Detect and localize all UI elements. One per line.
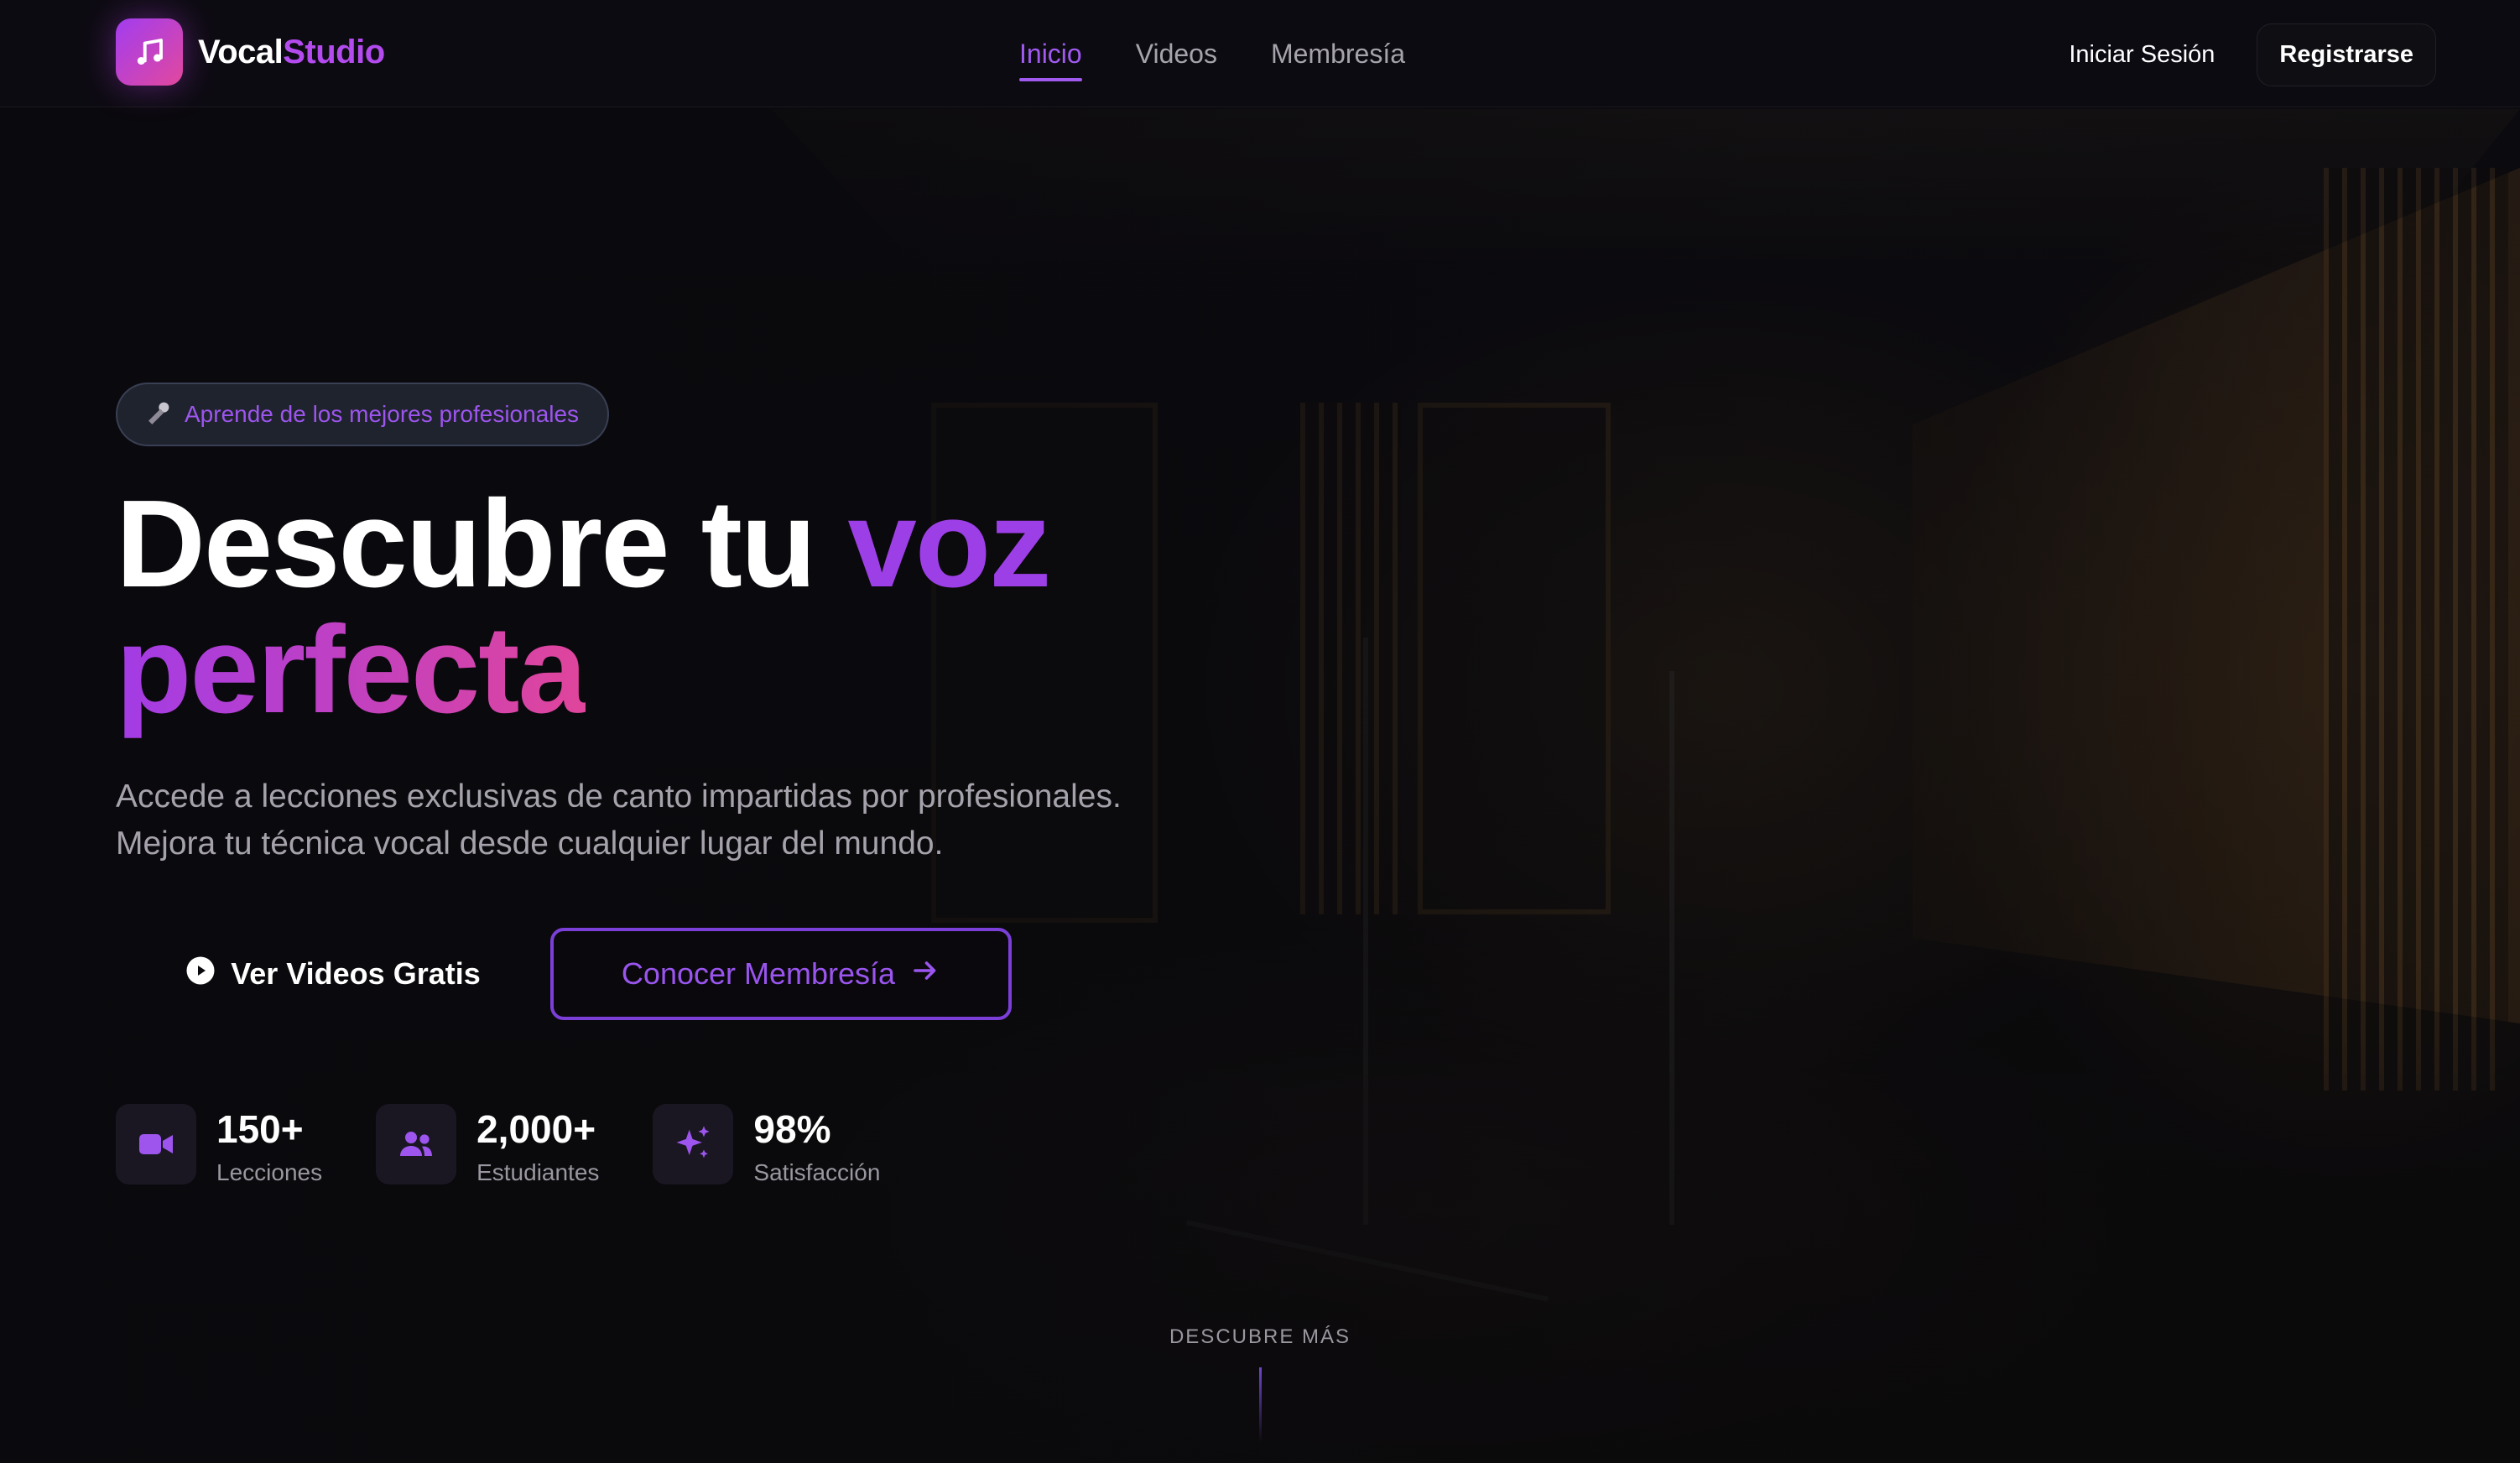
music-note-icon — [116, 18, 183, 86]
hero-subtitle: Accede a lecciones exclusivas de canto i… — [116, 778, 1122, 862]
hero-title: Descubre tu voz perfecta — [116, 482, 1206, 733]
watch-free-videos-label: Ver Videos Gratis — [231, 956, 481, 991]
register-button[interactable]: Registrarse — [2257, 23, 2436, 86]
play-circle-icon — [185, 955, 216, 993]
stat-students: 2,000+ Estudiantes — [376, 1104, 599, 1186]
scroll-hint[interactable]: DESCUBRE MÁS — [0, 1325, 2520, 1443]
brand-name: VocalStudio — [198, 34, 385, 71]
video-camera-icon — [116, 1104, 196, 1184]
users-icon — [376, 1104, 457, 1184]
scroll-indicator-line — [1258, 1367, 1262, 1443]
stat-lessons: 150+ Lecciones — [116, 1104, 322, 1186]
microphone-icon — [146, 398, 173, 431]
top-navbar: VocalStudio Inicio Videos Membresía Inic… — [0, 0, 2520, 107]
main-nav: Inicio Videos Membresía — [1019, 0, 1459, 107]
watch-free-videos-button[interactable]: Ver Videos Gratis — [116, 928, 550, 1020]
stat-value: 98% — [753, 1107, 831, 1151]
hero-title-text: Descubre tu — [116, 475, 848, 613]
hero-section: Aprende de los mejores profesionales Des… — [116, 383, 1206, 1186]
brand-logo[interactable]: VocalStudio — [116, 18, 385, 86]
stat-label: Satisfacción — [753, 1159, 881, 1185]
stat-value: 150+ — [216, 1107, 304, 1151]
scroll-hint-label: DESCUBRE MÁS — [1169, 1325, 1351, 1348]
membership-button[interactable]: Conocer Membresía — [550, 928, 1012, 1020]
hero-cta-row: Ver Videos Gratis Conocer Membresía — [116, 928, 1206, 1020]
stat-label: Estudiantes — [476, 1159, 600, 1185]
brand-name-part1: Vocal — [198, 33, 284, 70]
auth-actions: Iniciar Sesión Registrarse — [2069, 23, 2436, 86]
stat-satisfaction: 98% Satisfacción — [653, 1104, 880, 1186]
brand-name-part2: Studio — [283, 33, 385, 70]
arrow-right-icon — [910, 955, 940, 993]
nav-item-membresia[interactable]: Membresía — [1271, 32, 1405, 76]
sparkles-icon — [653, 1104, 734, 1184]
hero-badge: Aprende de los mejores profesionales — [116, 383, 610, 446]
stats-row: 150+ Lecciones 2,000+ Estudiantes 98% Sa… — [116, 1104, 1206, 1186]
stat-label: Lecciones — [216, 1159, 323, 1185]
hero-title-highlight: voz — [847, 475, 1051, 613]
nav-item-videos[interactable]: Videos — [1136, 32, 1217, 76]
nav-item-inicio[interactable]: Inicio — [1019, 32, 1082, 81]
hero-title-gradient: perfecta — [116, 601, 587, 739]
membership-label: Conocer Membresía — [621, 956, 896, 991]
login-link[interactable]: Iniciar Sesión — [2069, 41, 2215, 69]
stat-value: 2,000+ — [476, 1107, 596, 1151]
hero-badge-text: Aprende de los mejores profesionales — [185, 401, 580, 427]
